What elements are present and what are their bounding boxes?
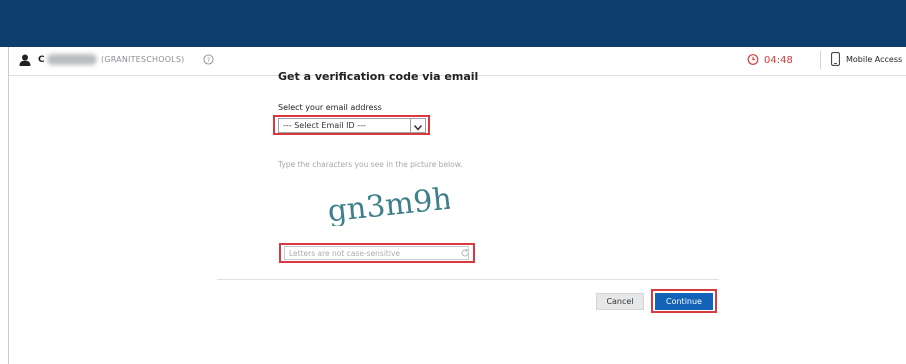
email-select-value: --- Select Email ID --- [283, 121, 366, 130]
cancel-button[interactable]: Cancel [596, 293, 644, 310]
captcha-input[interactable] [284, 246, 469, 260]
email-select-label: Select your email address [278, 103, 382, 112]
continue-button[interactable]: Continue [655, 293, 713, 310]
user-domain: (GRANITESCHOOLS) [101, 55, 185, 64]
form-divider [217, 279, 719, 280]
header-separator [820, 51, 821, 69]
session-timer: 04:48 [764, 55, 793, 66]
page-heading: Get a verification code via email [278, 70, 479, 83]
main-frame: C (GRANITESCHOOLS) ? 04:48 Mobile Access [8, 47, 906, 364]
top-header-bar [0, 0, 906, 47]
user-icon [19, 54, 31, 66]
mobile-phone-icon[interactable] [831, 52, 840, 66]
svg-text:?: ? [207, 56, 210, 64]
select-caret[interactable] [410, 119, 425, 132]
mobile-access-link[interactable]: Mobile Access [846, 55, 902, 64]
chevron-down-icon [413, 125, 423, 131]
captcha-hint: Type the characters you see in the pictu… [278, 160, 463, 169]
captcha-text: gn3m9h [326, 182, 450, 226]
user-name-initial: C [38, 55, 45, 65]
help-circle-icon[interactable]: ? [203, 54, 214, 65]
email-select[interactable]: --- Select Email ID --- [278, 118, 426, 133]
captcha-image: gn3m9h [326, 182, 450, 226]
redacted-user-name [47, 54, 97, 65]
refresh-icon[interactable] [460, 248, 470, 258]
clock-icon [747, 54, 759, 65]
